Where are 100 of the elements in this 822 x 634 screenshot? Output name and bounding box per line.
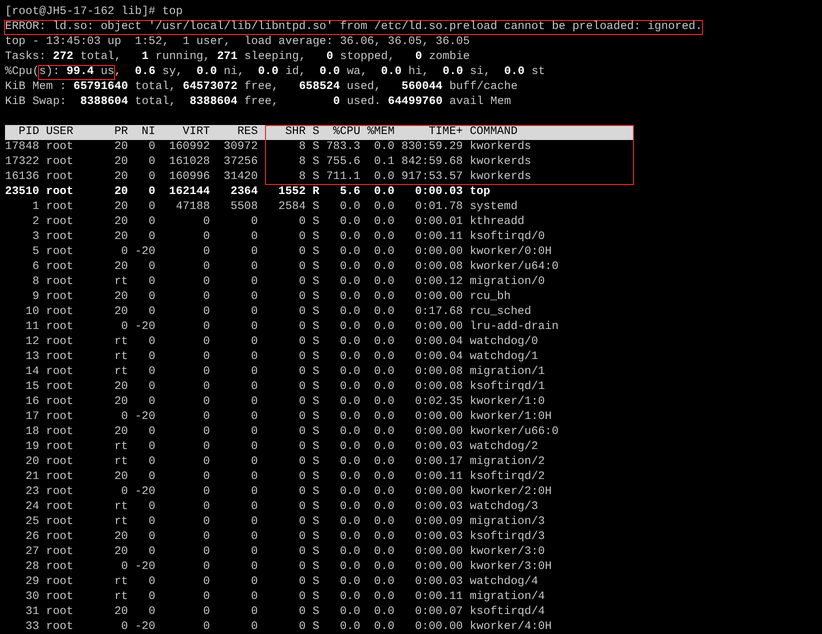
table-cell-text: 0 bbox=[148, 260, 156, 275]
table-cell-text: 16136 bbox=[5, 170, 40, 185]
table-cell-text: 0:00.08 bbox=[414, 260, 464, 275]
table-cell-text: 20 bbox=[113, 260, 130, 275]
table-cell-text: root bbox=[46, 335, 74, 350]
table-cell-text: root bbox=[46, 245, 74, 260]
table-cell-text: root bbox=[46, 170, 74, 185]
table-cell-text: 0 bbox=[202, 230, 212, 245]
table-cell-text: 830:59.29 bbox=[401, 140, 464, 155]
table-cell-text: 0.0 bbox=[338, 440, 362, 455]
table-cell-text: 0.0 bbox=[338, 365, 362, 380]
table-cell-text: 0 bbox=[202, 575, 212, 590]
table-cell-text: 0:00.08 bbox=[414, 380, 464, 395]
table-cell-text: S bbox=[312, 470, 320, 485]
table-cell-text: watchdog/4 bbox=[470, 575, 540, 590]
table-cell-text: S bbox=[312, 140, 320, 155]
table-cell-text: 20 bbox=[113, 215, 130, 230]
table-cell-text: 0 bbox=[250, 620, 259, 634]
table-cell-text: 0.0 bbox=[373, 215, 396, 230]
table-cell-text: 0 bbox=[298, 260, 307, 275]
table-cell-text: 0:00.07 bbox=[414, 605, 464, 620]
table-cell-text: 0 bbox=[250, 410, 259, 425]
table-cell-text: 0 bbox=[250, 350, 259, 365]
table-cell-text: 20 bbox=[113, 155, 130, 170]
table-cell-text: 17 bbox=[24, 410, 40, 425]
table-cell-text: 0 bbox=[148, 605, 156, 620]
table-cell-text: 5 bbox=[31, 245, 40, 260]
table-cell-text: kworker/1:0 bbox=[470, 395, 546, 410]
table-cell-text: 0 bbox=[148, 575, 156, 590]
table-cell-text: -20 bbox=[134, 410, 156, 425]
table-cell-text: 0 bbox=[148, 500, 156, 515]
table-cell-text: 0 bbox=[298, 215, 307, 230]
table-cell-text: 783.3 bbox=[326, 140, 362, 155]
table-cell-text: 0 bbox=[120, 560, 130, 575]
table-cell-text: root bbox=[46, 140, 74, 155]
table-cell-text: root bbox=[46, 530, 74, 545]
table-cell-text: 755.6 bbox=[326, 155, 362, 170]
table-cell-text: 0.0 bbox=[373, 185, 396, 200]
table-cell-text: 0.0 bbox=[338, 455, 362, 470]
table-cell-text: 0 bbox=[298, 290, 307, 305]
table-cell-text: 0 bbox=[298, 470, 307, 485]
table-cell-text: 5.6 bbox=[338, 185, 362, 200]
table-cell-text: S bbox=[312, 530, 320, 545]
table-cell-text: S bbox=[312, 575, 320, 590]
table-cell-text: 2584 bbox=[277, 200, 307, 215]
table-cell-text: 0.0 bbox=[373, 245, 396, 260]
table-cell-text: 0 bbox=[250, 590, 259, 605]
table-cell-text: 0:00.00 bbox=[414, 620, 464, 634]
table-cell-text: 0 bbox=[250, 515, 259, 530]
table-cell-text: 0.0 bbox=[373, 200, 396, 215]
table-cell-text: 0.0 bbox=[338, 500, 362, 515]
table-cell-text: 0.0 bbox=[373, 350, 396, 365]
table-cell-text: 0:00.08 bbox=[414, 365, 464, 380]
table-cell-text: root bbox=[46, 260, 74, 275]
table-cell-text: 0.0 bbox=[338, 380, 362, 395]
table-cell-text: root bbox=[46, 410, 74, 425]
table-cell-text: 0 bbox=[148, 215, 156, 230]
table-cell-text: 0 bbox=[250, 575, 259, 590]
table-cell-text: 0 bbox=[250, 425, 259, 440]
table-cell-text: 0 bbox=[202, 215, 212, 230]
table-cell-text: 0 bbox=[298, 530, 307, 545]
table-cell-text: kthreadd bbox=[470, 215, 526, 230]
table-cell-text: S bbox=[312, 290, 320, 305]
table-cell-text: 0 bbox=[148, 290, 156, 305]
table-cell-text: root bbox=[46, 305, 74, 320]
table-cell-text: root bbox=[46, 500, 74, 515]
table-cell-text: root bbox=[46, 560, 74, 575]
table-cell-text: 2 bbox=[31, 215, 40, 230]
table-cell-text: 20 bbox=[24, 455, 40, 470]
table-cell-text: 20 bbox=[113, 605, 130, 620]
table-cell-text: rt bbox=[113, 335, 130, 350]
table-cell-text: 0.0 bbox=[373, 410, 396, 425]
table-cell-text: 0 bbox=[148, 515, 156, 530]
table-cell-text: 26 bbox=[24, 530, 40, 545]
table-cell-text: 0.0 bbox=[373, 230, 396, 245]
table-cell-text: 0:00.09 bbox=[414, 515, 464, 530]
table-cell-text: 20 bbox=[113, 545, 130, 560]
table-cell-text: 20 bbox=[113, 470, 130, 485]
table-cell-text: 10 bbox=[24, 305, 40, 320]
table-cell-text: 0.0 bbox=[338, 485, 362, 500]
column-header: PR bbox=[113, 125, 130, 140]
table-cell-text: kworker/2:0H bbox=[470, 485, 553, 500]
table-cell-text: 0:00.00 bbox=[414, 425, 464, 440]
table-cell-text: 13 bbox=[24, 350, 40, 365]
table-cell-text: 0.0 bbox=[338, 215, 362, 230]
table-cell-text: 0.0 bbox=[373, 425, 396, 440]
table-cell-text: 0 bbox=[250, 380, 259, 395]
table-cell-text: 0 bbox=[202, 470, 212, 485]
terminal-line: [root@JH5-17-162 lib]# top bbox=[5, 5, 183, 20]
table-cell-text: root bbox=[46, 575, 74, 590]
column-header: %CPU bbox=[326, 125, 368, 140]
table-cell-text: 0 bbox=[120, 485, 130, 500]
table-cell-text: S bbox=[312, 350, 320, 365]
table-cell-text: 0.0 bbox=[338, 320, 362, 335]
table-cell-text: 0 bbox=[202, 275, 212, 290]
table-cell-text: 0 bbox=[120, 620, 130, 634]
table-cell-text: S bbox=[312, 545, 320, 560]
table-cell: 8 bbox=[264, 170, 313, 185]
table-cell-text: migration/0 bbox=[470, 275, 546, 290]
table-cell: 917:53.57 bbox=[401, 170, 470, 185]
